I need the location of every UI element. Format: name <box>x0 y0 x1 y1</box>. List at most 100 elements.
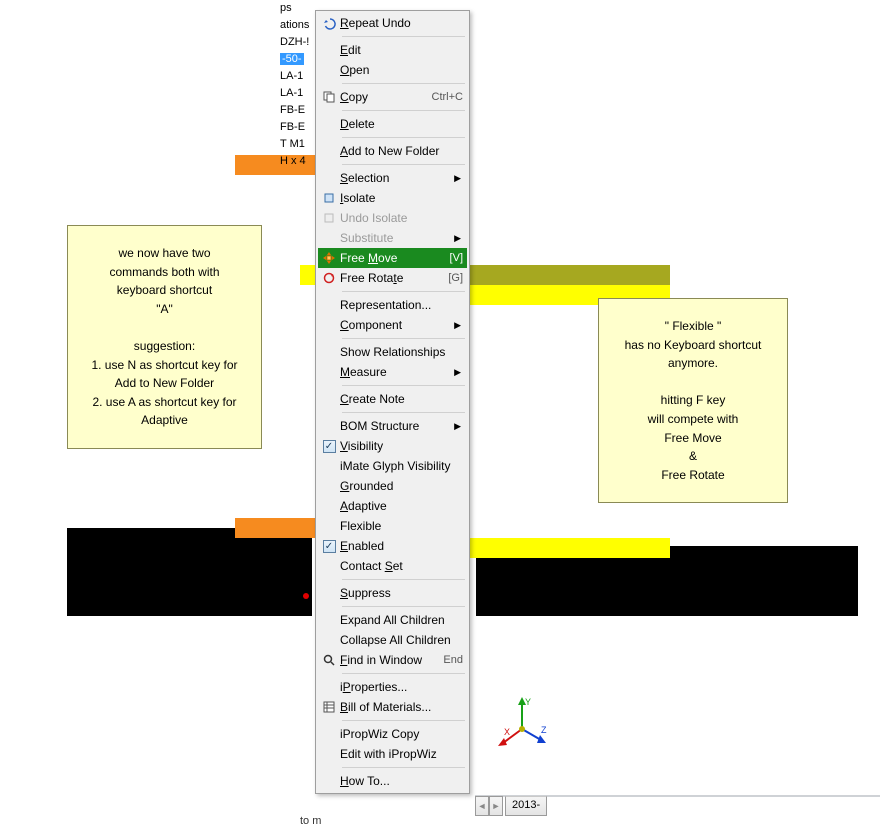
menu-edit-with-ipropwiz[interactable]: Edit with iPropWiz <box>318 744 467 764</box>
menu-label: Enabled <box>340 539 463 553</box>
menu-label: Bill of Materials... <box>340 700 463 714</box>
menu-bill-of-materials[interactable]: Bill of Materials... <box>318 697 467 717</box>
menu-shortcut: Ctrl+C <box>426 91 463 103</box>
menu-adaptive[interactable]: Adaptive <box>318 496 467 516</box>
menu-label: Representation... <box>340 298 463 312</box>
menu-label: Suppress <box>340 586 463 600</box>
submenu-arrow-icon: ▶ <box>453 367 463 378</box>
callout-line: Add to New Folder <box>80 374 249 393</box>
model-browser-fragment: ps ations DZH-! -50- LA-1 LA-1 FB-E FB-E… <box>280 0 320 170</box>
freemove-icon <box>318 251 340 265</box>
callout-line <box>80 318 249 337</box>
menu-copy[interactable]: CopyCtrl+C <box>318 87 467 107</box>
tab-nav-arrows[interactable]: ◄ ► <box>475 796 503 816</box>
tree-row[interactable]: T M1 <box>280 136 320 153</box>
menu-add-to-new-folder[interactable]: Add to New Folder <box>318 141 467 161</box>
axes-gizmo[interactable]: X Y Z <box>495 695 550 750</box>
menu-label: Free Rotate <box>340 271 442 285</box>
callout-right: " Flexible "has no Keyboard shortcutanym… <box>598 298 788 503</box>
callout-line: hitting F key <box>611 391 775 410</box>
menu-bom-structure[interactable]: BOM Structure▶ <box>318 416 467 436</box>
menu-show-relationships[interactable]: Show Relationships <box>318 342 467 362</box>
menu-shortcut: End <box>437 654 463 666</box>
callout-line: we now have two <box>80 244 249 263</box>
menu-find-in-window[interactable]: Find in WindowEnd <box>318 650 467 670</box>
menu-flexible[interactable]: Flexible <box>318 516 467 536</box>
bom-icon <box>318 700 340 714</box>
menu-create-note[interactable]: Create Note <box>318 389 467 409</box>
menu-label: Visibility <box>340 439 463 453</box>
menu-delete[interactable]: Delete <box>318 114 467 134</box>
menu-label: Edit <box>340 43 463 57</box>
menu-measure[interactable]: Measure▶ <box>318 362 467 382</box>
menu-repeat-undo[interactable]: Repeat Undo <box>318 13 467 33</box>
menu-representation[interactable]: Representation... <box>318 295 467 315</box>
tree-row[interactable]: LA-1 <box>280 68 320 85</box>
callout-line: keyboard shortcut <box>80 281 249 300</box>
menu-label: Free Move <box>340 251 444 265</box>
menu-label: iProperties... <box>340 680 463 694</box>
callout-line: commands both with <box>80 263 249 282</box>
tab-nav-prev[interactable]: ◄ <box>475 796 489 816</box>
tree-row[interactable]: FB-E <box>280 102 320 119</box>
menu-label: Create Note <box>340 392 463 406</box>
menu-how-to[interactable]: How To... <box>318 771 467 791</box>
svg-text:Z: Z <box>541 725 547 735</box>
svg-text:Y: Y <box>525 697 531 707</box>
tree-row[interactable]: FB-E <box>280 119 320 136</box>
tree-row[interactable]: LA-1 <box>280 85 320 102</box>
menu-free-move[interactable]: Free Move[V] <box>318 248 467 268</box>
menu-label: Add to New Folder <box>340 144 463 158</box>
menu-collapse-all-children[interactable]: Collapse All Children <box>318 630 467 650</box>
menu-shortcut: [V] <box>444 252 463 264</box>
undo-isolate-icon <box>318 211 340 225</box>
callout-line: 2. use A as shortcut key for <box>80 393 249 412</box>
menu-suppress[interactable]: Suppress <box>318 583 467 603</box>
menu-contact-set[interactable]: Contact Set <box>318 556 467 576</box>
blank-icon: ✓ <box>318 440 340 453</box>
menu-imate-glyph-visibility[interactable]: iMate Glyph Visibility <box>318 456 467 476</box>
menu-label: Measure <box>340 365 453 379</box>
sheet-tab[interactable]: 2013- <box>505 796 547 816</box>
origin-icon <box>303 593 309 599</box>
menu-component[interactable]: Component▶ <box>318 315 467 335</box>
find-icon <box>318 653 340 667</box>
tree-row[interactable]: DZH-! <box>280 34 320 51</box>
callout-line: will compete with <box>611 410 775 429</box>
submenu-arrow-icon: ▶ <box>453 173 463 184</box>
menu-ipropwiz-copy[interactable]: iPropWiz Copy <box>318 724 467 744</box>
menu-label: Grounded <box>340 479 463 493</box>
menu-label: Delete <box>340 117 463 131</box>
callout-line: suggestion: <box>80 337 249 356</box>
tab-nav-next[interactable]: ► <box>489 796 503 816</box>
tree-row[interactable]: ations <box>280 17 320 34</box>
black-fragment-left <box>67 528 312 616</box>
menu-expand-all-children[interactable]: Expand All Children <box>318 610 467 630</box>
menu-enabled[interactable]: ✓Enabled <box>318 536 467 556</box>
menu-selection[interactable]: Selection▶ <box>318 168 467 188</box>
tree-row[interactable]: H x 4 <box>280 153 320 170</box>
tree-row-selected[interactable]: -50- <box>280 51 320 68</box>
menu-label: Adaptive <box>340 499 463 513</box>
copy-icon <box>318 90 340 104</box>
menu-label: Undo Isolate <box>340 211 463 225</box>
blank-icon: ✓ <box>318 540 340 553</box>
menu-free-rotate[interactable]: Free Rotate[G] <box>318 268 467 288</box>
highlight-bar-freemove-right <box>470 265 670 285</box>
menu-label: BOM Structure <box>340 419 453 433</box>
menu-iproperties[interactable]: iProperties... <box>318 677 467 697</box>
menu-edit[interactable]: Edit <box>318 40 467 60</box>
menu-label: Expand All Children <box>340 613 463 627</box>
menu-label: iPropWiz Copy <box>340 727 463 741</box>
menu-label: Contact Set <box>340 559 463 573</box>
menu-open[interactable]: Open <box>318 60 467 80</box>
menu-label: Copy <box>340 90 426 104</box>
menu-label: iMate Glyph Visibility <box>340 459 463 473</box>
menu-grounded[interactable]: Grounded <box>318 476 467 496</box>
menu-visibility[interactable]: ✓Visibility <box>318 436 467 456</box>
menu-label: Open <box>340 63 463 77</box>
menu-isolate[interactable]: Isolate <box>318 188 467 208</box>
menu-substitute: Substitute▶ <box>318 228 467 248</box>
tree-row[interactable]: ps <box>280 0 320 17</box>
menu-label: Substitute <box>340 231 453 245</box>
